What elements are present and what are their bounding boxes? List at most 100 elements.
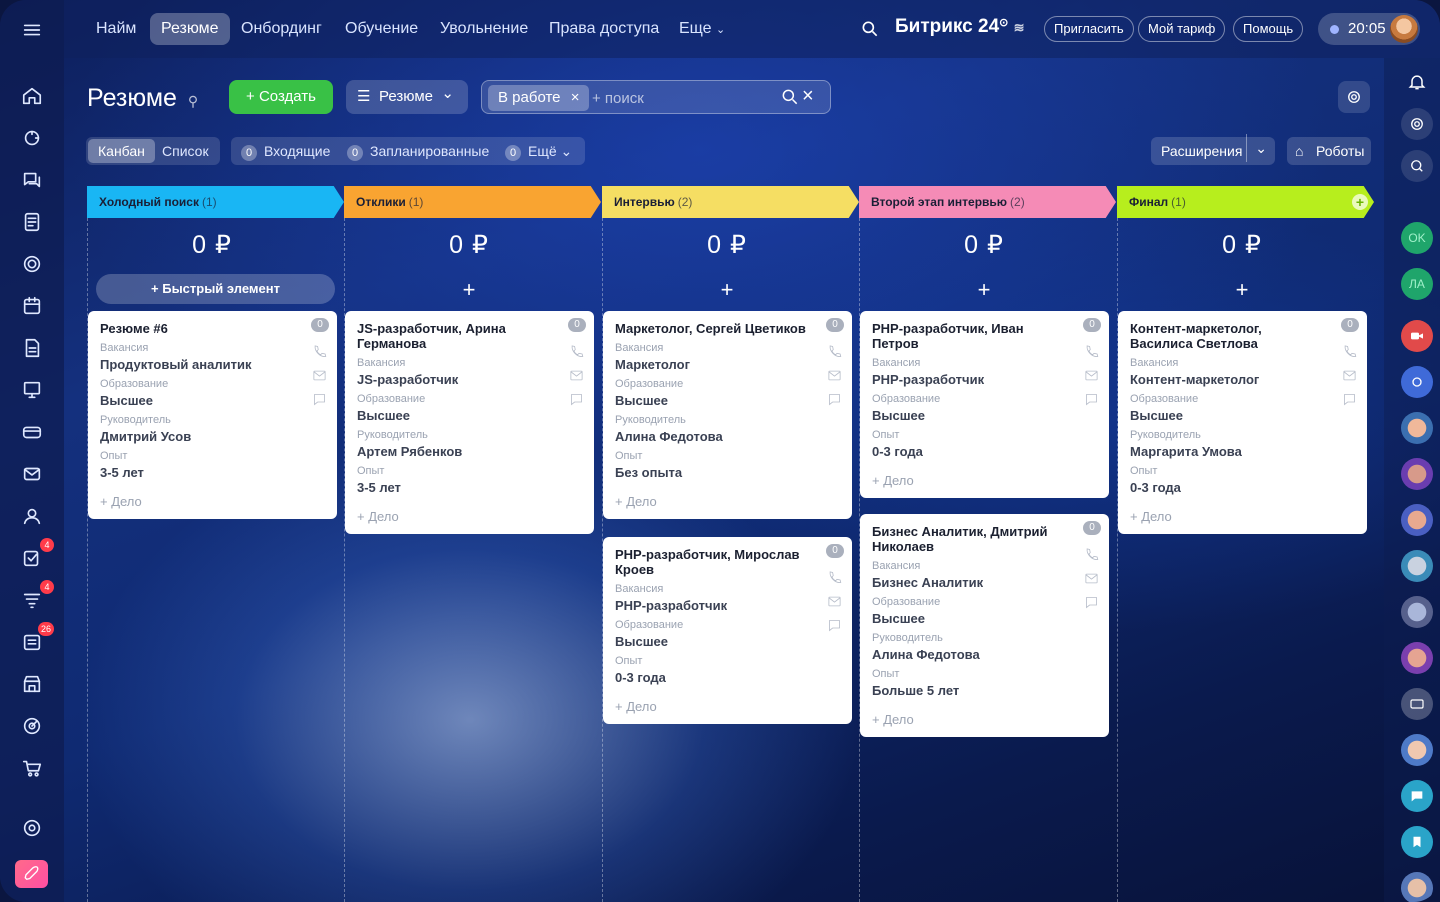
chevron-down-icon[interactable]: ⌄ <box>1246 134 1267 162</box>
resume-card[interactable]: Резюме #6 0 Вакансия Продуктовый аналити… <box>88 311 337 519</box>
phone-icon[interactable] <box>827 344 842 359</box>
mail-icon[interactable] <box>569 368 584 383</box>
card-title[interactable]: Маркетолог, Сергей Цветиков <box>615 321 840 336</box>
presentation-icon[interactable] <box>18 376 46 404</box>
bookmark-icon[interactable] <box>1401 826 1433 858</box>
help-button[interactable]: Помощь <box>1233 16 1304 42</box>
nav-item-resume[interactable]: Резюме <box>150 13 230 45</box>
add-card-icon[interactable]: + <box>602 279 852 301</box>
rocket-icon[interactable] <box>15 860 48 888</box>
pin-icon[interactable]: ⚲ <box>188 93 198 109</box>
store-icon[interactable] <box>18 670 46 698</box>
counter-incoming[interactable]: 0 Входящие <box>241 142 330 161</box>
brand-logo[interactable]: Битрикс 24⊙ ≋ <box>895 16 1025 38</box>
nav-item-more[interactable]: Еще ⌄ <box>668 13 736 45</box>
counter-more[interactable]: 0 Ещё ⌄ <box>505 142 572 161</box>
sale-icon[interactable] <box>18 712 46 740</box>
contact-avatar[interactable] <box>1401 412 1433 444</box>
robots-button[interactable]: ⌂ Роботы <box>1287 137 1371 165</box>
category-filter-button[interactable]: ☰ Резюме ⌄ <box>346 80 468 114</box>
phone-icon[interactable] <box>312 344 327 359</box>
add-card-icon[interactable]: + <box>1117 279 1367 301</box>
users-icon[interactable] <box>18 502 46 530</box>
nav-item-dismissal[interactable]: Увольнение <box>429 13 539 45</box>
bell-icon[interactable] <box>1401 66 1433 98</box>
contact-avatar[interactable] <box>1401 550 1433 582</box>
search-filter-box[interactable]: В работе × × <box>481 80 831 114</box>
puzzle-icon[interactable] <box>18 124 46 152</box>
column-header[interactable]: Холодный поиск (1) <box>87 186 344 218</box>
phone-icon[interactable] <box>827 570 842 585</box>
filter-chip[interactable]: В работе × <box>488 85 589 111</box>
clear-search-icon[interactable]: × <box>802 85 814 108</box>
mail-icon[interactable] <box>827 368 842 383</box>
pulse-icon[interactable] <box>1401 108 1433 140</box>
card-title[interactable]: Контент-маркетолог, Василиса Светлова <box>1130 321 1355 351</box>
openlines-ok-icon[interactable]: OK <box>1401 222 1433 254</box>
settings-icon[interactable] <box>18 814 46 842</box>
calendar-icon[interactable] <box>18 292 46 320</box>
contact-avatar[interactable] <box>1401 642 1433 674</box>
add-card-icon[interactable]: + <box>344 279 594 301</box>
copilot-icon[interactable] <box>1401 366 1433 398</box>
mail-icon[interactable] <box>18 460 46 488</box>
chat-icon[interactable] <box>1084 392 1099 407</box>
card-title[interactable]: JS-разработчик, Арина Германова <box>357 321 582 351</box>
phone-icon[interactable] <box>569 344 584 359</box>
add-deal-link[interactable]: + Дело <box>872 712 1097 727</box>
mail-icon[interactable] <box>827 594 842 609</box>
mail-icon[interactable] <box>1084 368 1099 383</box>
column-header[interactable]: Отклики (1) <box>344 186 601 218</box>
search-chat-icon[interactable] <box>1401 150 1433 182</box>
nav-item-onboarding[interactable]: Онбординг <box>230 13 333 45</box>
chat-icon[interactable] <box>1084 595 1099 610</box>
resume-card[interactable]: Бизнес Аналитик, Дмитрий Николаев 0 Вака… <box>860 514 1109 737</box>
chip-close-icon[interactable]: × <box>571 85 580 111</box>
contact-avatar[interactable] <box>1401 734 1433 766</box>
chat-icon[interactable] <box>1401 780 1433 812</box>
card-title[interactable]: PHP-разработчик, Мирослав Кроев <box>615 547 840 577</box>
search-icon[interactable] <box>860 19 880 44</box>
menu-icon[interactable] <box>18 16 46 44</box>
resume-card[interactable]: Маркетолог, Сергей Цветиков 0 Вакансия М… <box>603 311 852 519</box>
phone-icon[interactable] <box>1084 547 1099 562</box>
phone-icon[interactable] <box>1342 344 1357 359</box>
feed-icon[interactable] <box>18 208 46 236</box>
chat-icon[interactable] <box>1342 392 1357 407</box>
extensions-button[interactable]: Расширения ⌄ <box>1151 134 1275 165</box>
contact-avatar[interactable] <box>1401 458 1433 490</box>
add-card-icon[interactable]: + <box>859 279 1109 301</box>
settings-button[interactable] <box>1338 81 1370 113</box>
card-title[interactable]: Резюме #6 <box>100 321 325 336</box>
tasks-icon[interactable]: 4 <box>18 538 54 572</box>
add-deal-link[interactable]: + Дело <box>357 509 582 524</box>
chat-icon[interactable] <box>569 392 584 407</box>
document-icon[interactable] <box>18 334 46 362</box>
view-list[interactable]: Список <box>152 139 219 163</box>
funnel-icon[interactable]: 4 <box>18 580 54 614</box>
user-avatar[interactable] <box>1390 15 1418 43</box>
card-title[interactable]: PHP-разработчик, Иван Петров <box>872 321 1097 351</box>
quick-add-button[interactable]: + Быстрый элемент <box>96 274 335 304</box>
list-icon[interactable]: 26 <box>18 622 54 656</box>
cart-icon[interactable] <box>18 754 46 782</box>
contact-avatar[interactable] <box>1401 872 1433 902</box>
column-header[interactable]: Финал (1) + <box>1117 186 1374 218</box>
mail-icon[interactable] <box>312 368 327 383</box>
invite-button[interactable]: Пригласить <box>1044 16 1134 42</box>
resume-card[interactable]: PHP-разработчик, Мирослав Кроев 0 Ваканс… <box>603 537 852 724</box>
workday-clock[interactable]: 20:05 <box>1318 13 1420 45</box>
tariff-button[interactable]: Мой тариф <box>1138 16 1226 42</box>
search-icon[interactable] <box>780 87 800 112</box>
card-icon[interactable] <box>1401 688 1433 720</box>
view-kanban[interactable]: Канбан <box>88 139 155 163</box>
phone-icon[interactable] <box>1084 344 1099 359</box>
resume-card[interactable]: Контент-маркетолог, Василиса Светлова 0 … <box>1118 311 1367 534</box>
add-deal-link[interactable]: + Дело <box>615 699 840 714</box>
column-header[interactable]: Второй этап интервью (2) <box>859 186 1116 218</box>
counter-planned[interactable]: 0 Запланированные <box>347 142 489 161</box>
card-title[interactable]: Бизнес Аналитик, Дмитрий Николаев <box>872 524 1097 554</box>
contact-avatar[interactable] <box>1401 504 1433 536</box>
add-column-icon[interactable]: + <box>1352 194 1368 210</box>
nav-item-hiring[interactable]: Найм <box>85 13 147 45</box>
